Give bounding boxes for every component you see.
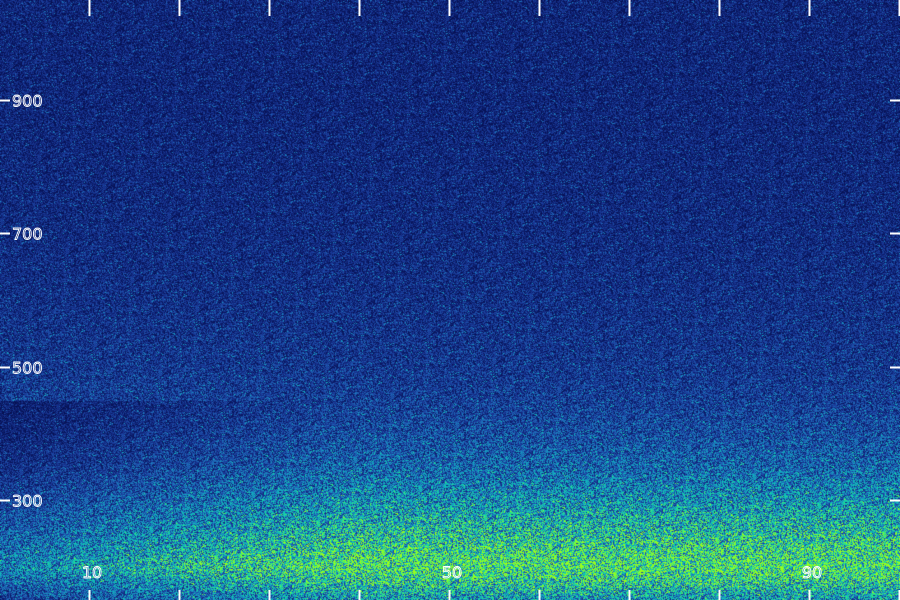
axes-overlay: 10 50 90 300 500 700 900 [0,0,900,600]
x-tick-label: 10 [82,563,102,582]
y-tick-label: 300 [12,492,43,511]
x-tick-label: 90 [802,563,822,582]
y-tick-label: 700 [12,225,43,244]
y-tick-label: 500 [12,359,43,378]
x-tick-label: 50 [442,563,462,582]
y-tick-label: 900 [12,92,43,111]
